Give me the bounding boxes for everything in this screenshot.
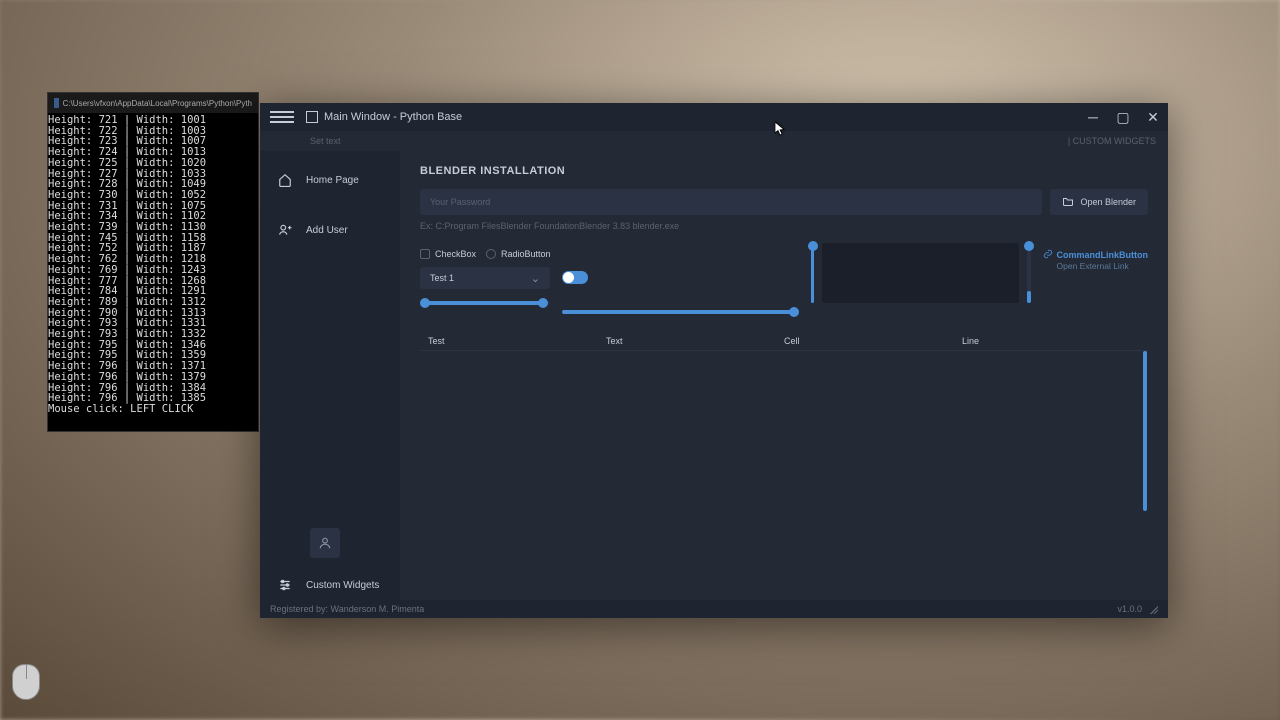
toggle-switch[interactable] <box>562 271 588 284</box>
add-user-icon <box>278 223 292 237</box>
sidebar-adduser-label: Add User <box>306 225 348 236</box>
radio-control[interactable]: RadioButton <box>486 249 551 259</box>
vertical-scrollbar[interactable] <box>1142 351 1148 511</box>
sidebar-home-label: Home Page <box>306 175 359 186</box>
table-header-3: Cell <box>784 336 962 346</box>
sliders-icon <box>278 578 292 592</box>
toolbar-text: Set text <box>310 136 341 146</box>
vertical-slider-1[interactable] <box>811 243 815 303</box>
minimize-button[interactable]: ─ <box>1078 103 1108 131</box>
close-button[interactable]: ✕ <box>1138 103 1168 131</box>
sidebar-customwidgets-label: Custom Widgets <box>306 580 379 591</box>
maximize-button[interactable]: ▢ <box>1108 103 1138 131</box>
section-title: BLENDER INSTALLATION <box>420 165 1148 177</box>
table-header-4: Line <box>962 336 1140 346</box>
table-header-1: Test <box>428 336 606 346</box>
range-slider[interactable] <box>420 301 550 305</box>
window-title: Main Window - Python Base <box>324 111 1078 123</box>
command-link-button[interactable]: CommandLinkButton Open External Link <box>1043 249 1149 271</box>
open-blender-button[interactable]: Open Blender <box>1050 189 1148 215</box>
preview-panel <box>822 243 1018 303</box>
window-icon <box>306 111 318 123</box>
password-input[interactable] <box>420 189 1042 215</box>
open-blender-label: Open Blender <box>1080 197 1136 207</box>
checkbox-control[interactable]: CheckBox <box>420 249 476 259</box>
checkbox-label: CheckBox <box>435 249 476 259</box>
sidebar: Home Page Add User Custom Widgets <box>260 151 400 600</box>
resize-grip-icon[interactable] <box>1148 604 1158 614</box>
mouse-indicator-icon <box>12 664 40 700</box>
vertical-slider-2[interactable] <box>1027 243 1031 303</box>
hamburger-icon[interactable] <box>270 105 294 129</box>
link-icon <box>1043 249 1053 261</box>
sidebar-item-custom-widgets[interactable]: Custom Widgets <box>260 570 400 600</box>
table-body <box>420 351 1148 600</box>
table-header-row: Test Text Cell Line <box>420 332 1148 351</box>
radio-label: RadioButton <box>501 249 551 259</box>
cmd-link-title: CommandLinkButton <box>1057 250 1149 260</box>
titlebar[interactable]: Main Window - Python Base ─ ▢ ✕ <box>260 103 1168 131</box>
chevron-down-icon: ⌄ <box>531 272 540 285</box>
sidebar-item-home[interactable]: Home Page <box>260 165 400 195</box>
mouse-cursor-icon <box>775 122 785 136</box>
terminal-icon <box>54 98 59 108</box>
folder-icon <box>1062 195 1074 209</box>
terminal-title-text: C:\Users\vfxon\AppData\Local\Programs\Py… <box>63 99 252 108</box>
combo-box[interactable]: Test 1 ⌄ <box>420 267 550 289</box>
toolbar: Set text | CUSTOM WIDGETS <box>260 131 1168 151</box>
terminal-output: Height: 721 | Width: 1001 Height: 722 | … <box>48 113 258 417</box>
horizontal-slider[interactable] <box>562 310 799 314</box>
path-hint: Ex: C:Program FilesBlender FoundationBle… <box>420 221 1148 231</box>
combo-selected: Test 1 <box>430 273 454 283</box>
status-version: v1.0.0 <box>1117 604 1142 614</box>
cmd-link-subtitle: Open External Link <box>1057 261 1149 271</box>
status-bar: Registered by: Wanderson M. Pimenta v1.0… <box>260 600 1168 618</box>
profile-button[interactable] <box>310 528 340 558</box>
terminal-window: C:\Users\vfxon\AppData\Local\Programs\Py… <box>47 92 259 432</box>
app-window: Main Window - Python Base ─ ▢ ✕ Set text… <box>260 103 1168 618</box>
status-registered: Registered by: Wanderson M. Pimenta <box>270 604 424 614</box>
terminal-titlebar[interactable]: C:\Users\vfxon\AppData\Local\Programs\Py… <box>48 93 258 113</box>
checkbox-box-icon <box>420 249 430 259</box>
toolbar-right-label: | CUSTOM WIDGETS <box>1068 136 1156 146</box>
user-icon <box>318 536 332 550</box>
home-icon <box>278 173 292 187</box>
table-header-2: Text <box>606 336 784 346</box>
radio-circle-icon <box>486 249 496 259</box>
content-area: BLENDER INSTALLATION Open Blender Ex: C:… <box>400 151 1168 600</box>
sidebar-item-add-user[interactable]: Add User <box>260 215 400 245</box>
